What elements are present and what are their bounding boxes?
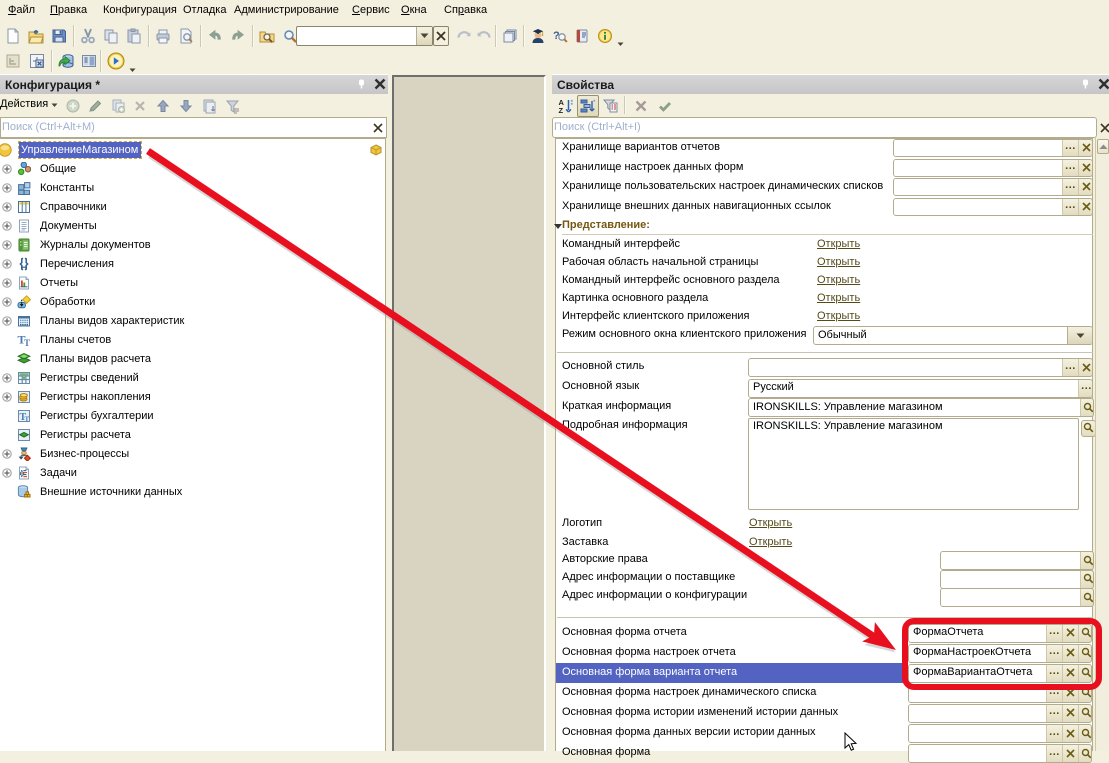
svg-text:Z: Z <box>559 106 564 114</box>
svg-text:T: T <box>24 338 30 347</box>
svg-text:T: T <box>25 416 30 424</box>
